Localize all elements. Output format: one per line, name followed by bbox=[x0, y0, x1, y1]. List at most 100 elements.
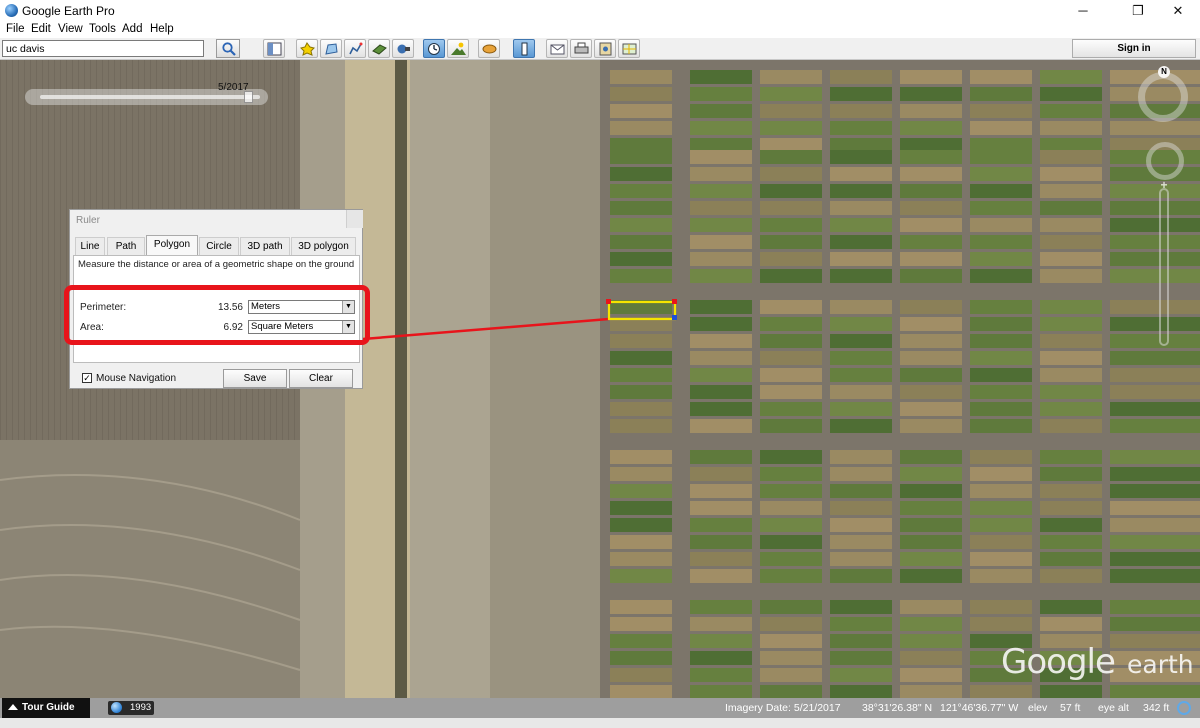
field-plot bbox=[830, 600, 892, 614]
field-plot bbox=[830, 385, 892, 399]
menu-file[interactable]: File bbox=[6, 23, 25, 35]
tour-guide-button[interactable]: Tour Guide bbox=[2, 698, 90, 718]
field-plot bbox=[1110, 334, 1200, 348]
field-plot bbox=[760, 419, 822, 433]
menu-add[interactable]: Add bbox=[122, 23, 142, 35]
sign-in-button[interactable]: Sign in bbox=[1072, 39, 1196, 58]
field-plot bbox=[760, 402, 822, 416]
tab-3d-path[interactable]: 3D path bbox=[240, 237, 290, 255]
field-plot bbox=[690, 634, 752, 648]
menu-view[interactable]: View bbox=[58, 23, 83, 35]
field-plot bbox=[900, 218, 962, 232]
menu-edit[interactable]: Edit bbox=[31, 23, 51, 35]
add-placemark-button[interactable] bbox=[296, 39, 318, 58]
planets-button[interactable] bbox=[478, 39, 500, 58]
field-plot bbox=[1040, 150, 1102, 164]
view-in-maps-button[interactable] bbox=[618, 39, 640, 58]
field-plot bbox=[760, 368, 822, 382]
look-joystick[interactable] bbox=[1146, 142, 1184, 180]
field-plot bbox=[610, 634, 672, 648]
historical-imagery-badge[interactable]: 1993 bbox=[108, 701, 154, 715]
field-plot bbox=[690, 685, 752, 698]
email-button[interactable] bbox=[546, 39, 568, 58]
field-plot bbox=[830, 138, 892, 152]
field-plot bbox=[1110, 269, 1200, 283]
north-indicator[interactable]: N bbox=[1158, 66, 1170, 78]
field-plot bbox=[1040, 184, 1102, 198]
record-tour-button[interactable] bbox=[392, 39, 414, 58]
field-plot bbox=[900, 668, 962, 682]
field-plot bbox=[610, 402, 672, 416]
close-button[interactable]: ✕ bbox=[1155, 0, 1200, 22]
field-plot bbox=[1040, 450, 1102, 464]
field-plot bbox=[1110, 501, 1200, 515]
tab-line[interactable]: Line bbox=[75, 237, 105, 255]
field-plot bbox=[830, 484, 892, 498]
field-plot bbox=[760, 269, 822, 283]
field-plot bbox=[830, 450, 892, 464]
field-plot bbox=[830, 402, 892, 416]
field-plot bbox=[830, 87, 892, 101]
field-plot bbox=[610, 484, 672, 498]
polygon-vertex[interactable] bbox=[672, 299, 677, 304]
mouse-navigation-checkbox[interactable]: ✓ bbox=[82, 373, 92, 383]
field-plot bbox=[830, 252, 892, 266]
tab-polygon[interactable]: Polygon bbox=[146, 235, 198, 256]
field-plot bbox=[1040, 501, 1102, 515]
field-plot bbox=[1040, 121, 1102, 135]
menu-tools[interactable]: Tools bbox=[89, 23, 116, 35]
field-plot bbox=[1040, 368, 1102, 382]
polygon-vertex[interactable] bbox=[606, 299, 611, 304]
mouse-navigation-label: Mouse Navigation bbox=[96, 373, 177, 384]
field-plot bbox=[690, 385, 752, 399]
field-plot bbox=[610, 201, 672, 215]
field-plot bbox=[760, 317, 822, 331]
field-plot bbox=[610, 569, 672, 583]
field-plot bbox=[690, 167, 752, 181]
ruler-button[interactable] bbox=[513, 39, 535, 58]
field-plot bbox=[610, 150, 672, 164]
time-slider-track[interactable] bbox=[40, 95, 260, 99]
field-plot bbox=[690, 334, 752, 348]
field-plot bbox=[690, 467, 752, 481]
field-plot bbox=[970, 518, 1032, 532]
field-plot bbox=[900, 634, 962, 648]
field-plot bbox=[610, 252, 672, 266]
streaming-indicator-icon bbox=[1177, 701, 1191, 715]
search-icon bbox=[222, 42, 236, 56]
latitude: 38°31'26.38" N bbox=[862, 702, 933, 714]
field-plot bbox=[690, 87, 752, 101]
historical-imagery-button[interactable] bbox=[423, 39, 445, 58]
minimize-button[interactable]: ─ bbox=[1060, 0, 1106, 22]
tab-3d-polygon[interactable]: 3D polygon bbox=[291, 237, 356, 255]
field-plot bbox=[900, 600, 962, 614]
sidebar-toggle-button[interactable] bbox=[263, 39, 285, 58]
ruler-close-button[interactable] bbox=[346, 210, 363, 228]
field-plot bbox=[1110, 419, 1200, 433]
ruler-title: Ruler bbox=[76, 215, 100, 226]
tab-path[interactable]: Path bbox=[107, 237, 145, 255]
history-year: 1993 bbox=[130, 702, 152, 713]
menu-help[interactable]: Help bbox=[150, 23, 174, 35]
polygon-vertex[interactable] bbox=[672, 315, 677, 320]
tab-circle[interactable]: Circle bbox=[199, 237, 239, 255]
image-overlay-button[interactable] bbox=[368, 39, 390, 58]
add-path-button[interactable] bbox=[344, 39, 366, 58]
add-polygon-button[interactable] bbox=[320, 39, 342, 58]
save-image-icon bbox=[599, 42, 612, 56]
zoom-slider[interactable] bbox=[1159, 188, 1169, 346]
field-plot bbox=[610, 600, 672, 614]
save-button[interactable]: Save bbox=[223, 369, 287, 388]
sunlight-button[interactable] bbox=[447, 39, 469, 58]
field-plot bbox=[830, 317, 892, 331]
field-plot bbox=[970, 300, 1032, 314]
clear-button[interactable]: Clear bbox=[289, 369, 353, 388]
field-plot bbox=[900, 467, 962, 481]
field-plot bbox=[760, 184, 822, 198]
compass-ring[interactable] bbox=[1138, 72, 1188, 122]
search-input[interactable] bbox=[2, 40, 204, 57]
save-image-button[interactable] bbox=[594, 39, 616, 58]
print-button[interactable] bbox=[570, 39, 592, 58]
field-plot bbox=[690, 150, 752, 164]
search-button[interactable] bbox=[216, 39, 240, 58]
